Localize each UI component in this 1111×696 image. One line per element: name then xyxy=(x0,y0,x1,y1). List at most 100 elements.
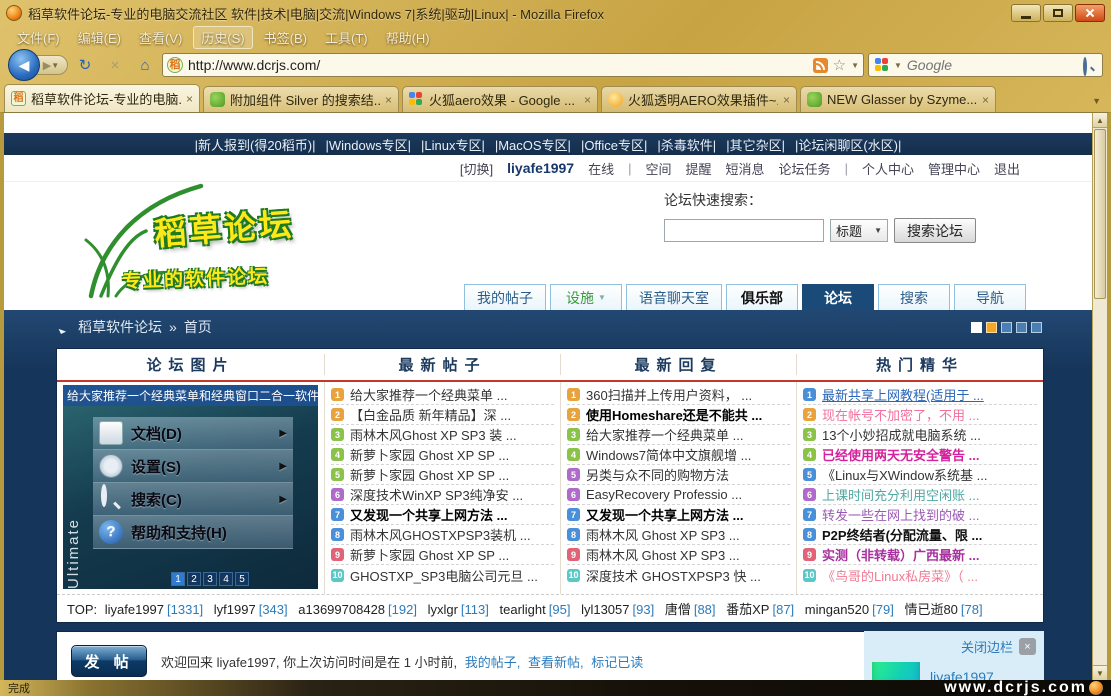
reply-link[interactable]: 3给大家推荐一个经典菜单 ... xyxy=(567,425,790,445)
link-chat[interactable]: |论坛闲聊区(水区)| xyxy=(795,135,901,154)
search-box[interactable]: ▼ xyxy=(868,53,1103,77)
menu-bookmarks[interactable]: 书签(B) xyxy=(257,27,314,48)
tab-aero-plugin[interactable]: 火狐透明AERO效果插件~... × xyxy=(601,86,797,112)
post-link[interactable]: 8雨林木风GHOSTXPSP3装机 ... xyxy=(331,525,554,545)
tab-forum[interactable]: 论坛 xyxy=(802,284,874,310)
stop-button[interactable]: × xyxy=(102,53,128,77)
search-input[interactable] xyxy=(907,57,1078,73)
menu-history[interactable]: 历史(S) xyxy=(193,26,252,49)
digest-link[interactable]: 2现在帐号不加密了，不用 ... xyxy=(803,405,1037,425)
tab-close-icon[interactable]: × xyxy=(186,92,193,106)
link-admincenter[interactable]: 管理中心 xyxy=(928,159,980,178)
reload-button[interactable]: ↻ xyxy=(72,53,98,77)
page-dot[interactable]: 4 xyxy=(219,572,233,586)
menu-view[interactable]: 查看(V) xyxy=(132,27,189,48)
link-windows[interactable]: |Windows专区| xyxy=(325,135,411,154)
tab-glasser[interactable]: NEW Glasser by Szyme... × xyxy=(800,86,996,112)
search-type-select[interactable]: 标题 ▼ xyxy=(830,219,888,242)
post-link[interactable]: 6深度技术WinXP SP3纯净安 ... xyxy=(331,485,554,505)
reply-link[interactable]: 8雨林木风 Ghost XP SP3 ... xyxy=(567,525,790,545)
post-link[interactable]: 3雨林木风Ghost XP SP3 装 ... xyxy=(331,425,554,445)
link-misc[interactable]: |其它杂区| xyxy=(726,135,785,154)
menu-edit[interactable]: 编辑(E) xyxy=(71,27,128,48)
link-newbie[interactable]: |新人报到(得20稻币)| xyxy=(195,135,316,154)
search-icon[interactable] xyxy=(1083,59,1096,72)
view-new-posts-link[interactable]: 查看新帖, xyxy=(528,655,584,670)
post-link[interactable]: 4新萝卜家园 Ghost XP SP ... xyxy=(331,445,554,465)
reply-link[interactable]: 5另类与众不同的购物方法 xyxy=(567,465,790,485)
vertical-scrollbar[interactable]: ▲ ▼ xyxy=(1092,113,1107,680)
link-macos[interactable]: |MacOS专区| xyxy=(495,135,571,154)
top-poster[interactable]: 番茄XP[87] xyxy=(726,602,801,617)
link-notices[interactable]: 提醒 xyxy=(686,159,712,178)
link-tasks[interactable]: 论坛任务 xyxy=(779,159,831,178)
quick-search-input[interactable] xyxy=(664,219,824,242)
digest-link[interactable]: 8P2P终结者(分配流量、限 ... xyxy=(803,525,1037,545)
style-square-icon[interactable] xyxy=(1016,322,1027,333)
close-sidebar-icon[interactable]: × xyxy=(1019,638,1036,655)
sidebar-username[interactable]: liyafe1997 xyxy=(930,669,994,680)
top-poster[interactable]: liyafe1997[1331] xyxy=(105,602,210,617)
link-space[interactable]: 空间 xyxy=(646,159,672,178)
post-link[interactable]: 2【白金品质 新年精品】深 ... xyxy=(331,405,554,425)
home-button[interactable]: ⌂ xyxy=(132,53,158,77)
style-square-icon[interactable] xyxy=(1001,322,1012,333)
digest-link[interactable]: 7转发一些在网上找到的破 ... xyxy=(803,505,1037,525)
link-messages[interactable]: 短消息 xyxy=(726,159,765,178)
tab-dcrjs[interactable]: 稻 稻草软件论坛-专业的电脑... × xyxy=(4,84,200,112)
username[interactable]: liyafe1997 xyxy=(507,160,574,176)
tab-navigation[interactable]: 导航 xyxy=(954,284,1026,310)
post-link[interactable]: 1给大家推荐一个经典菜单 ... xyxy=(331,385,554,405)
tab-close-icon[interactable]: × xyxy=(385,93,392,107)
tab-google-search[interactable]: 火狐aero效果 - Google ... × xyxy=(402,86,598,112)
post-link[interactable]: 9新萝卜家园 Ghost XP SP ... xyxy=(331,545,554,565)
reply-link[interactable]: 1360扫描并上传用户资料， ... xyxy=(567,385,790,405)
top-poster[interactable]: lyxlgr[113] xyxy=(428,602,496,617)
new-post-button[interactable]: 发 帖 xyxy=(71,645,147,677)
digest-link[interactable]: 9实测（非转载）广西最新 ... xyxy=(803,545,1037,565)
menu-file[interactable]: 文件(F) xyxy=(10,27,67,48)
digest-link[interactable]: 313个小妙招成就电脑系统 ... xyxy=(803,425,1037,445)
link-usercenter[interactable]: 个人中心 xyxy=(862,159,914,178)
scrollbar-thumb[interactable] xyxy=(1094,129,1106,299)
top-poster[interactable]: 唐僧[88] xyxy=(665,602,723,617)
top-poster[interactable]: mingan520[79] xyxy=(805,602,901,617)
reply-link[interactable]: 6EasyRecovery Professio ... xyxy=(567,485,790,505)
rss-icon[interactable] xyxy=(813,58,828,73)
style-square-icon[interactable] xyxy=(1031,322,1042,333)
link-antivirus[interactable]: |杀毒软件| xyxy=(657,135,716,154)
close-button[interactable] xyxy=(1075,4,1105,22)
mark-read-link[interactable]: 标记已读 xyxy=(591,655,643,670)
google-icon[interactable] xyxy=(875,58,889,72)
my-posts-link[interactable]: 我的帖子, xyxy=(465,655,521,670)
address-bar[interactable]: 稻 http://www.dcrjs.com/ ☆ ▼ xyxy=(162,53,864,77)
link-logout[interactable]: 退出 xyxy=(994,159,1020,178)
reply-link[interactable]: 2使用Homeshare还是不能共 ... xyxy=(567,405,790,425)
search-forum-button[interactable]: 搜索论坛 xyxy=(894,218,976,243)
reply-link[interactable]: 4Windows7简体中文旗舰增 ... xyxy=(567,445,790,465)
scroll-up-icon[interactable]: ▲ xyxy=(1093,113,1107,128)
back-button[interactable]: ◀ xyxy=(8,49,40,81)
urlbar-dropdown-icon[interactable]: ▼ xyxy=(851,61,859,70)
tab-my-posts[interactable]: 我的帖子 xyxy=(464,284,546,310)
style-square-icon[interactable] xyxy=(971,322,982,333)
breadcrumb-page[interactable]: 首页 xyxy=(184,317,212,337)
top-poster[interactable]: tearlight[95] xyxy=(500,602,578,617)
featured-image[interactable]: Ultimate 文档(D)▶ 设置(S)▶ 搜索(C)▶ ?帮助和支持(H) … xyxy=(63,385,318,589)
site-logo-title[interactable]: 稻草论坛 xyxy=(153,199,296,255)
digest-link[interactable]: 6上课时间充分利用空闲账 ... xyxy=(803,485,1037,505)
tab-voice-chat[interactable]: 语音聊天室 xyxy=(626,284,722,310)
close-sidebar-link[interactable]: 关闭边栏 xyxy=(961,637,1013,656)
switch-user-link[interactable]: [切换] xyxy=(460,159,493,178)
url-input[interactable]: http://www.dcrjs.com/ xyxy=(188,57,808,73)
link-linux[interactable]: |Linux专区| xyxy=(421,135,485,154)
top-poster[interactable]: 情已逝80[78] xyxy=(904,602,989,617)
top-poster[interactable]: a13699708428[192] xyxy=(298,602,424,617)
tab-close-icon[interactable]: × xyxy=(584,93,591,107)
page-dot[interactable]: 1 xyxy=(171,572,185,586)
tab-addons[interactable]: 附加组件 Silver 的搜索结... × xyxy=(203,86,399,112)
link-office[interactable]: |Office专区| xyxy=(581,135,647,154)
reply-link[interactable]: 7又发现一个共享上网方法 ... xyxy=(567,505,790,525)
post-link[interactable]: 10GHOSTXP_SP3电脑公司元旦 ... xyxy=(331,565,554,585)
maximize-button[interactable] xyxy=(1043,4,1073,22)
